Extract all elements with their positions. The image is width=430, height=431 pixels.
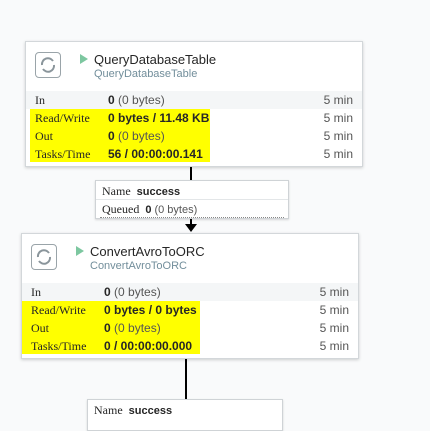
connection-queued: Queued 0 (0 bytes) [102, 202, 198, 216]
stat-value: 0 (0 bytes) [104, 285, 161, 299]
stat-time: 5 min [319, 303, 349, 317]
connection-edge [185, 357, 187, 399]
arrowhead-icon [185, 224, 197, 232]
stat-row-tasks-time: Tasks/Time 56 / 00:00:00.141 5 min [26, 145, 362, 163]
processor-name: ConvertAvroToORC [90, 244, 205, 259]
stat-row-read-write: Read/Write 0 bytes / 0 bytes 5 min [22, 301, 358, 319]
connection-label-success[interactable]: Name success Queued 0 (0 bytes) [95, 180, 289, 219]
processor-header: ConvertAvroToORC ConvertAvroToORC [22, 234, 358, 282]
processor-icon [35, 52, 61, 78]
processor-type: ConvertAvroToORC [90, 260, 187, 272]
stat-time: 5 min [323, 111, 353, 125]
stat-value: 0 bytes / 0 bytes [104, 303, 197, 317]
stat-row-read-write: Read/Write 0 bytes / 11.48 KB 5 min [26, 109, 362, 127]
stat-value: 56 / 00:00:00.141 [108, 147, 203, 161]
stat-label: Out [35, 129, 53, 143]
play-icon [76, 246, 84, 256]
connection-name: Name success [102, 184, 181, 198]
stat-label: Tasks/Time [31, 339, 87, 353]
connection-edge [190, 166, 192, 180]
stat-time: 5 min [319, 285, 349, 299]
stat-row-tasks-time: Tasks/Time 0 / 00:00:00.000 5 min [22, 337, 358, 355]
stat-value: 0 bytes / 11.48 KB [108, 111, 210, 125]
stat-time: 5 min [323, 147, 353, 161]
processor-icon [31, 244, 57, 270]
stat-value: 0 (0 bytes) [108, 93, 165, 107]
stat-label: Tasks/Time [35, 147, 91, 161]
stat-row-out: Out 0 (0 bytes) 5 min [22, 319, 358, 337]
stat-row-in: In 0 (0 bytes) 5 min [26, 91, 362, 109]
stat-label: Read/Write [35, 111, 90, 125]
processor-convertavrotoorc[interactable]: ConvertAvroToORC ConvertAvroToORC In 0 (… [21, 233, 359, 359]
connection-name: Name success [94, 403, 173, 417]
stat-label: In [31, 285, 41, 299]
processor-name: QueryDatabaseTable [94, 52, 217, 67]
stat-label: In [35, 93, 45, 107]
play-icon [80, 54, 88, 64]
stat-row-out: Out 0 (0 bytes) 5 min [26, 127, 362, 145]
connection-label-success[interactable]: Name success [87, 399, 283, 431]
stat-label: Out [31, 321, 49, 335]
stat-time: 5 min [319, 339, 349, 353]
stat-time: 5 min [323, 129, 353, 143]
processor-type: QueryDatabaseTable [94, 68, 198, 80]
stat-time: 5 min [319, 321, 349, 335]
stat-value: 0 (0 bytes) [108, 129, 165, 143]
stat-value: 0 / 00:00:00.000 [104, 339, 193, 353]
stat-label: Read/Write [31, 303, 86, 317]
processor-header: QueryDatabaseTable QueryDatabaseTable [26, 42, 362, 90]
stat-value: 0 (0 bytes) [104, 321, 161, 335]
processor-querydatabasetable[interactable]: QueryDatabaseTable QueryDatabaseTable In… [25, 41, 363, 167]
stat-time: 5 min [323, 93, 353, 107]
stat-row-in: In 0 (0 bytes) 5 min [22, 283, 358, 301]
